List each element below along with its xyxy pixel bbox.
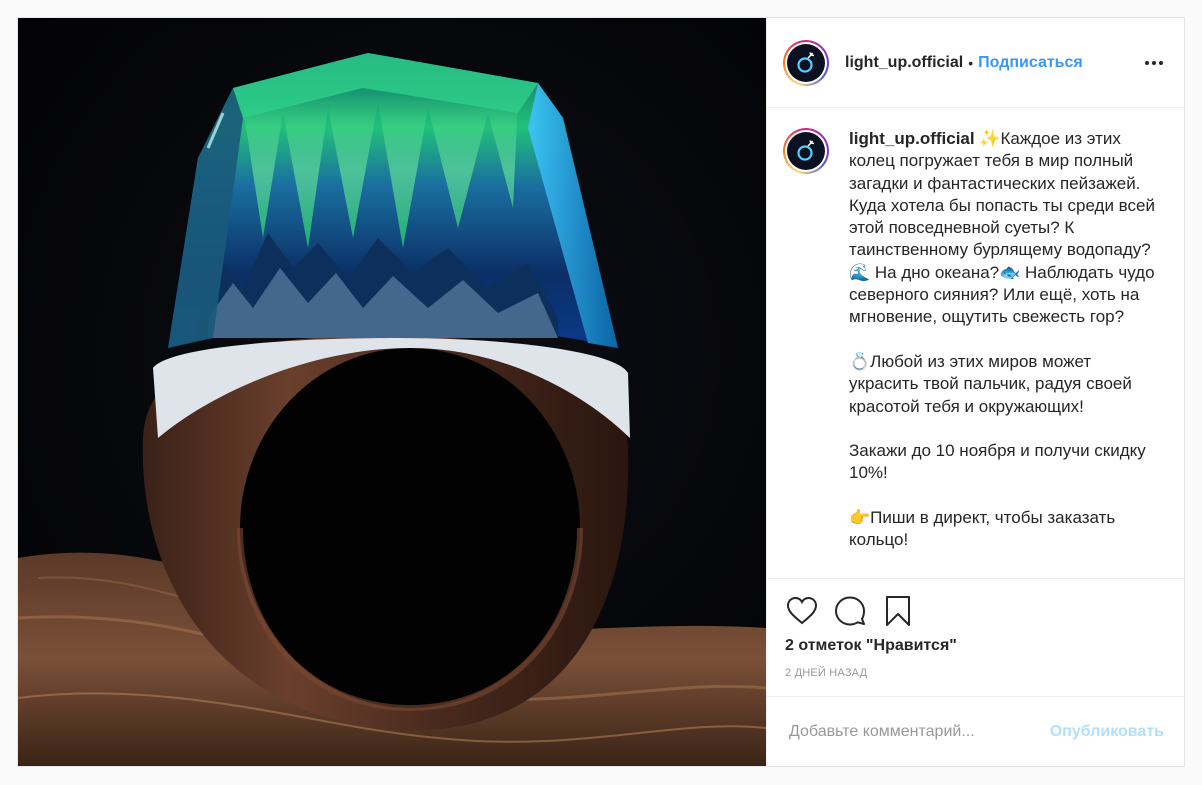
- caption-username[interactable]: light_up.official: [849, 129, 975, 148]
- header-separator: •: [968, 54, 974, 71]
- caption-text: ✨Каждое из этих колец погружает тебя в м…: [849, 129, 1155, 550]
- ring-logo-icon: [797, 51, 815, 73]
- caption-area: light_up.official ✨Каждое из этих колец …: [767, 108, 1184, 578]
- ring-logo-icon: [797, 140, 815, 161]
- post-header: light_up.official • Подписаться: [767, 18, 1184, 108]
- ring-photo-image: [18, 18, 766, 766]
- comment-form: Опубликовать: [767, 696, 1184, 766]
- instagram-post: light_up.official • Подписаться light_up…: [17, 17, 1185, 767]
- likes-count[interactable]: 2 отметок "Нравится": [785, 637, 1166, 655]
- author-username[interactable]: light_up.official: [845, 54, 963, 72]
- author-avatar[interactable]: [783, 39, 829, 86]
- bookmark-icon[interactable]: [881, 594, 915, 628]
- post-photo[interactable]: [18, 18, 766, 766]
- post-timestamp[interactable]: 2 дней назад: [785, 667, 1166, 679]
- follow-button[interactable]: Подписаться: [978, 54, 1083, 72]
- publish-button[interactable]: Опубликовать: [1050, 723, 1164, 741]
- comment-input[interactable]: [787, 721, 1050, 742]
- post-sidebar: light_up.official • Подписаться light_up…: [766, 18, 1184, 766]
- post-actions: 2 отметок "Нравится" 2 дней назад: [767, 578, 1184, 696]
- more-options-icon[interactable]: [1140, 49, 1168, 77]
- comment-icon[interactable]: [833, 594, 867, 628]
- caption-avatar[interactable]: [783, 128, 829, 174]
- caption: light_up.official ✨Каждое из этих колец …: [849, 128, 1159, 552]
- heart-icon[interactable]: [785, 594, 819, 628]
